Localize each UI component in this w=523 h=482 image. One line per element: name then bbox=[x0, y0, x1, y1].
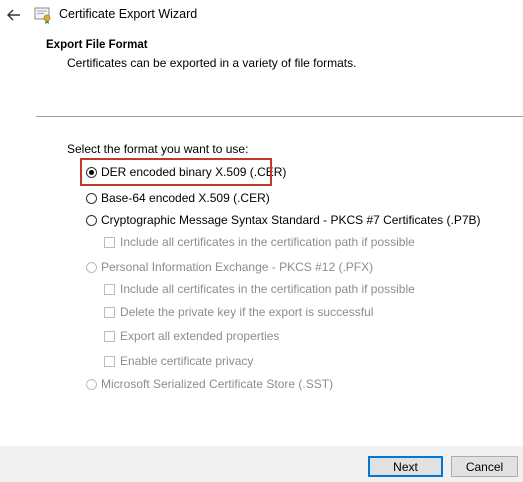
pfx-privacy[interactable]: Enable certificate privacy bbox=[104, 352, 253, 370]
checkbox-pfx-delete-key[interactable] bbox=[104, 306, 115, 318]
format-prompt: Select the format you want to use: bbox=[67, 142, 249, 156]
p7b-include-all-label: Include all certificates in the certific… bbox=[120, 235, 415, 249]
option-p7b-label: Cryptographic Message Syntax Standard - … bbox=[101, 213, 481, 227]
window-title: Certificate Export Wizard bbox=[59, 7, 198, 21]
pfx-delete-key[interactable]: Delete the private key if the export is … bbox=[104, 303, 373, 321]
pfx-export-extended[interactable]: Export all extended properties bbox=[104, 327, 279, 345]
pfx-include-all[interactable]: Include all certificates in the certific… bbox=[104, 280, 415, 298]
pfx-export-extended-label: Export all extended properties bbox=[120, 329, 280, 343]
option-sst-label: Microsoft Serialized Certificate Store (… bbox=[101, 377, 334, 391]
title-bar: Certificate Export Wizard bbox=[0, 0, 523, 30]
page-title: Export File Format bbox=[46, 39, 148, 51]
option-base64-label: Base-64 encoded X.509 (.CER) bbox=[101, 191, 270, 205]
checkbox-pfx-export-extended[interactable] bbox=[104, 330, 115, 342]
button-bar bbox=[0, 446, 523, 482]
option-base64[interactable]: Base-64 encoded X.509 (.CER) bbox=[86, 189, 270, 207]
p7b-include-all[interactable]: Include all certificates in the certific… bbox=[104, 233, 415, 251]
checkbox-pfx-privacy[interactable] bbox=[104, 355, 115, 367]
cancel-button[interactable]: Cancel bbox=[451, 456, 518, 477]
certificate-icon bbox=[33, 5, 53, 25]
pfx-delete-key-label: Delete the private key if the export is … bbox=[120, 305, 374, 319]
checkbox-pfx-include-all[interactable] bbox=[104, 283, 115, 295]
radio-pfx[interactable] bbox=[86, 261, 97, 273]
pfx-include-all-label: Include all certificates in the certific… bbox=[120, 282, 415, 296]
radio-sst[interactable] bbox=[86, 378, 97, 390]
option-pfx[interactable]: Personal Information Exchange - PKCS #12… bbox=[86, 258, 373, 276]
radio-base64[interactable] bbox=[86, 192, 97, 204]
radio-p7b[interactable] bbox=[86, 214, 97, 226]
highlight-box bbox=[80, 158, 272, 186]
page-subtitle: Certificates can be exported in a variet… bbox=[67, 56, 357, 70]
pfx-privacy-label: Enable certificate privacy bbox=[120, 354, 254, 368]
header-divider bbox=[36, 116, 523, 117]
option-sst[interactable]: Microsoft Serialized Certificate Store (… bbox=[86, 375, 333, 393]
back-arrow-icon[interactable] bbox=[4, 5, 24, 25]
option-p7b[interactable]: Cryptographic Message Syntax Standard - … bbox=[86, 211, 481, 229]
option-pfx-label: Personal Information Exchange - PKCS #12… bbox=[101, 260, 374, 274]
next-button[interactable]: Next bbox=[368, 456, 443, 477]
checkbox-p7b-include-all[interactable] bbox=[104, 236, 115, 248]
